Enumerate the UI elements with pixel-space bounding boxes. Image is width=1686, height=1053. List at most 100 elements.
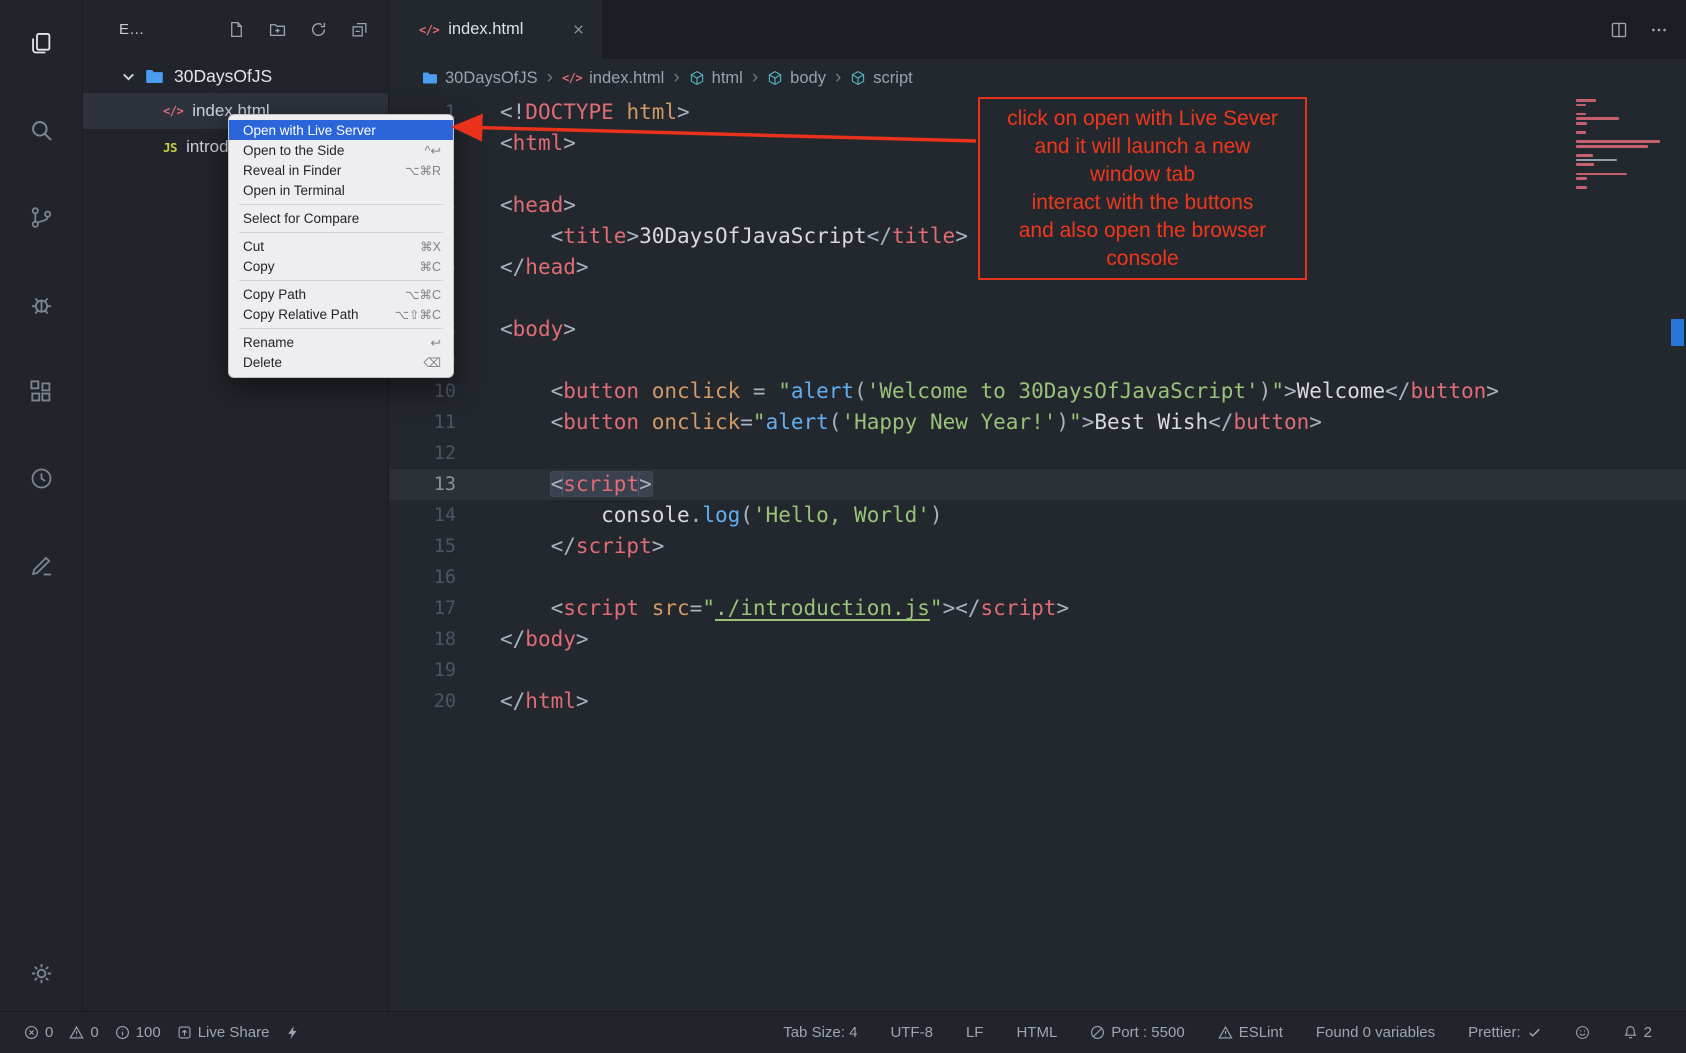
split-editor-icon[interactable] (1610, 21, 1628, 39)
new-folder-icon[interactable] (269, 21, 286, 38)
breadcrumb-label: html (712, 69, 743, 88)
status-label: ESLint (1239, 1024, 1283, 1041)
status-code-runner[interactable] (285, 1025, 300, 1040)
js-file-icon: JS (163, 140, 177, 155)
status-label: Live Share (198, 1024, 270, 1041)
menu-separator (239, 232, 443, 233)
refresh-icon[interactable] (310, 21, 327, 38)
menu-item-shortcut: ⌘X (420, 239, 441, 254)
folder-row-30daysofjs[interactable]: 30DaysOfJS (83, 59, 388, 93)
extensions-icon[interactable] (14, 364, 68, 418)
search-icon[interactable] (14, 103, 68, 157)
status-problems-info[interactable]: 100 (115, 1024, 161, 1041)
status-label: Tab Size: 4 (783, 1024, 857, 1041)
line-number: 20 (389, 686, 456, 717)
menu-item-cut[interactable]: Cut⌘X (229, 236, 453, 256)
status-problems-warnings[interactable]: 0 (69, 1024, 98, 1041)
line-number: 11 (389, 407, 456, 438)
menu-item-shortcut: ⌥⇧⌘C (395, 307, 441, 322)
status-tab-size[interactable]: Tab Size: 4 (783, 1024, 857, 1041)
html-file-icon: </> (562, 71, 582, 85)
code-line-14[interactable]: 14 console.log('Hello, World') (389, 500, 1686, 531)
code-line-16[interactable]: 16 (389, 562, 1686, 593)
edit-pen-icon[interactable] (14, 538, 68, 592)
menu-separator (239, 204, 443, 205)
files-icon[interactable] (14, 16, 68, 70)
status-language-mode[interactable]: HTML (1016, 1024, 1057, 1041)
gear-icon[interactable] (14, 946, 68, 1000)
code-line-13[interactable]: 13 <script> (389, 469, 1686, 500)
menu-item-shortcut: ↩ (431, 335, 441, 350)
error-icon (24, 1025, 39, 1040)
breadcrumb-script[interactable]: script (850, 69, 912, 88)
code-line-12[interactable]: 12 (389, 438, 1686, 469)
annotation-line: console (980, 245, 1305, 273)
folder-label: 30DaysOfJS (174, 66, 272, 87)
minimap[interactable] (1576, 99, 1662, 191)
status-live-share[interactable]: Live Share (177, 1024, 270, 1041)
bell-icon (1623, 1025, 1638, 1040)
annotation-line: and it will launch a new (980, 133, 1305, 161)
breadcrumb-30daysofjs[interactable]: 30DaysOfJS (422, 69, 538, 88)
scroll-marker[interactable] (1671, 319, 1684, 346)
menu-item-copy-path[interactable]: Copy Path⌥⌘C (229, 284, 453, 304)
code-line-15[interactable]: 15 </script> (389, 531, 1686, 562)
breadcrumb-html[interactable]: html (689, 69, 743, 88)
source-control-icon[interactable] (14, 190, 68, 244)
code-line-17[interactable]: 17 <script src="./introduction.js"></scr… (389, 593, 1686, 624)
menu-item-open-in-terminal[interactable]: Open in Terminal (229, 180, 453, 200)
folder-icon (422, 70, 438, 86)
code-line-9[interactable]: 9 (389, 345, 1686, 376)
chevron-right-icon: › (752, 67, 758, 89)
status-label: Found 0 variables (1316, 1024, 1435, 1041)
status-eslint[interactable]: ESLint (1218, 1024, 1283, 1041)
new-file-icon[interactable] (228, 21, 245, 38)
menu-item-shortcut: ⌘C (419, 259, 441, 274)
breadcrumb-body[interactable]: body (767, 69, 826, 88)
tab-index-html[interactable]: </> index.html (389, 0, 602, 59)
symbol-cube-icon (767, 70, 783, 86)
menu-item-open-to-the-side[interactable]: Open to the Side^↩ (229, 140, 453, 160)
status-encoding[interactable]: UTF-8 (890, 1024, 933, 1041)
smiley-icon (1575, 1025, 1590, 1040)
breadcrumb-index-html[interactable]: </>index.html (562, 69, 664, 88)
chevron-right-icon: › (547, 67, 553, 89)
status-feedback-smiley[interactable] (1575, 1025, 1590, 1040)
menu-item-select-for-compare[interactable]: Select for Compare (229, 208, 453, 228)
debug-icon[interactable] (14, 277, 68, 331)
menu-item-open-with-live-server[interactable]: Open with Live Server (229, 120, 453, 140)
port-icon (1090, 1025, 1105, 1040)
menu-item-reveal-in-finder[interactable]: Reveal in Finder⌥⌘R (229, 160, 453, 180)
status-prettier[interactable]: Prettier: (1468, 1024, 1542, 1041)
line-number: 14 (389, 500, 456, 531)
status-eol[interactable]: LF (966, 1024, 984, 1041)
code-line-11[interactable]: 11 <button onclick="alert('Happy New Yea… (389, 407, 1686, 438)
code-line-10[interactable]: 10 <button onclick = "alert('Welcome to … (389, 376, 1686, 407)
history-icon[interactable] (14, 451, 68, 505)
status-found-variables[interactable]: Found 0 variables (1316, 1024, 1435, 1041)
annotation-line: click on open with Live Sever (980, 105, 1305, 133)
status-problems-errors[interactable]: 0 (24, 1024, 53, 1041)
menu-item-copy[interactable]: Copy⌘C (229, 256, 453, 276)
code-line-7[interactable]: 7 (389, 283, 1686, 314)
code-line-8[interactable]: 8<body> (389, 314, 1686, 345)
line-number: 10 (389, 376, 456, 407)
code-line-18[interactable]: 18</body> (389, 624, 1686, 655)
lightning-icon (285, 1025, 300, 1040)
collapse-all-icon[interactable] (351, 21, 368, 38)
tab-close-icon[interactable] (571, 22, 586, 37)
status-notifications[interactable]: 2 (1623, 1024, 1652, 1041)
menu-item-rename[interactable]: Rename↩ (229, 332, 453, 352)
status-live-server-port[interactable]: Port : 5500 (1090, 1024, 1184, 1041)
status-label: 0 (45, 1024, 53, 1041)
annotation-line: interact with the buttons (980, 189, 1305, 217)
menu-item-delete[interactable]: Delete⌫ (229, 352, 453, 372)
menu-item-copy-relative-path[interactable]: Copy Relative Path⌥⇧⌘C (229, 304, 453, 324)
more-actions-icon[interactable] (1650, 21, 1668, 39)
menu-item-shortcut: ^↩ (425, 143, 441, 158)
code-line-19[interactable]: 19 (389, 655, 1686, 686)
annotation-line: and also open the browser (980, 217, 1305, 245)
menu-item-label: Delete (243, 355, 282, 370)
menu-item-label: Select for Compare (243, 211, 359, 226)
code-line-20[interactable]: 20</html> (389, 686, 1686, 717)
